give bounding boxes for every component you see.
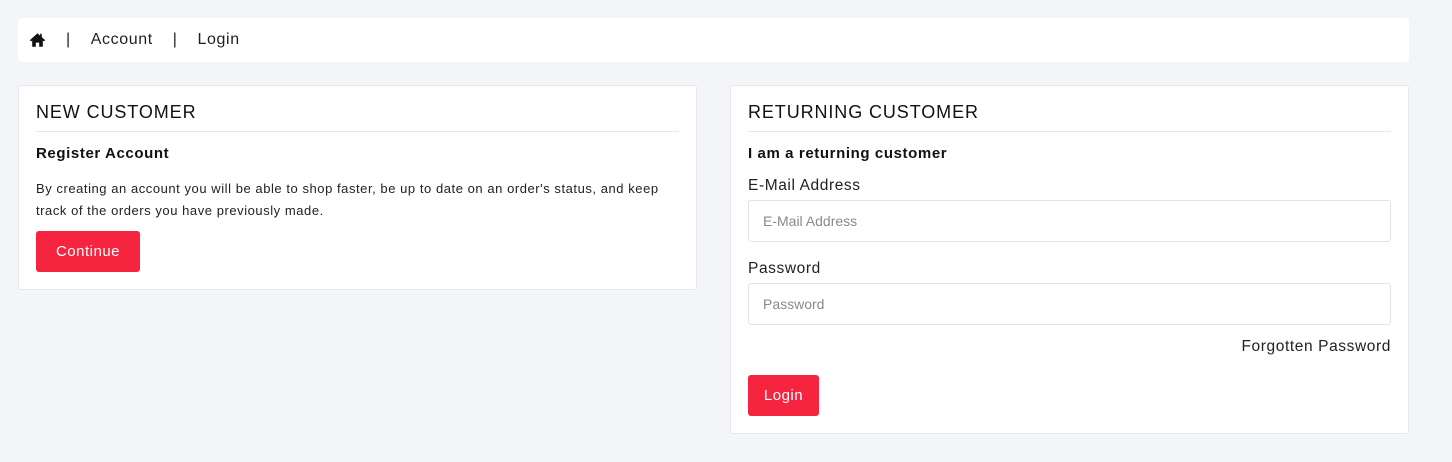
register-description: By creating an account you will be able … (36, 181, 659, 218)
breadcrumb-account-link[interactable]: Account (91, 31, 153, 49)
password-label: Password (748, 260, 821, 277)
breadcrumb-separator: | (172, 31, 178, 48)
returning-customer-title: RETURNING CUSTOMER (748, 102, 1391, 132)
breadcrumb-separator: | (66, 31, 71, 48)
breadcrumb: | Account | Login (18, 18, 1409, 62)
forgotten-password-link[interactable]: Forgotten Password (1241, 338, 1391, 356)
login-button[interactable]: Login (748, 375, 819, 416)
returning-customer-heading: I am a returning customer (748, 145, 948, 162)
password-field[interactable] (748, 283, 1391, 325)
new-customer-panel: NEW CUSTOMER Register Account By creatin… (18, 85, 697, 290)
breadcrumb-login-link[interactable]: Login (198, 31, 240, 49)
home-icon[interactable] (29, 32, 46, 48)
email-field[interactable] (748, 200, 1391, 242)
email-label: E-Mail Address (748, 177, 861, 194)
returning-customer-panel: RETURNING CUSTOMER I am a returning cust… (730, 85, 1409, 434)
register-account-heading: Register Account (36, 145, 170, 162)
new-customer-title: NEW CUSTOMER (36, 102, 679, 132)
continue-button[interactable]: Continue (36, 231, 140, 272)
